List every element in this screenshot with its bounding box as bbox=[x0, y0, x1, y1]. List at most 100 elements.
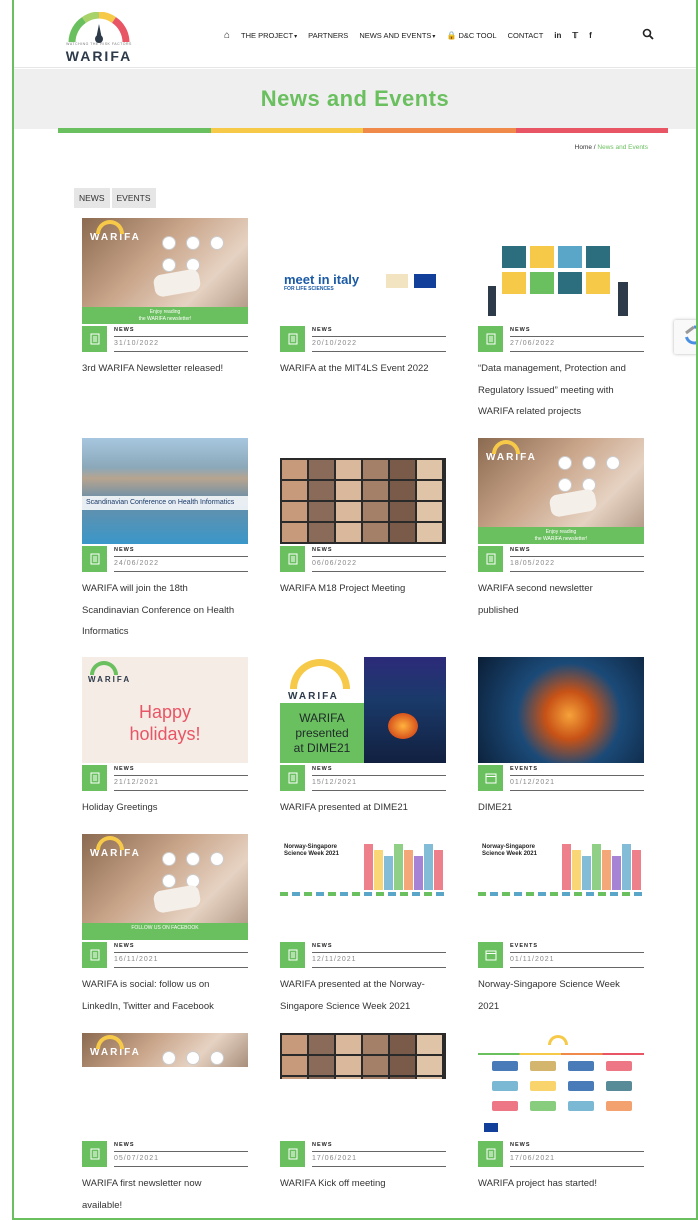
video-tile bbox=[390, 1056, 415, 1075]
post-title-link[interactable]: WARIFA first newsletter now available! bbox=[82, 1173, 262, 1216]
post-title-link[interactable]: WARIFA is social: follow us on LinkedIn, … bbox=[82, 974, 262, 1017]
twitter-icon[interactable]: 𝕋 bbox=[572, 31, 578, 40]
news-card[interactable]: WARIFA Happy holidays! NEWS 21/12/2021 Holida… bbox=[82, 657, 248, 857]
news-card-thumbnail[interactable]: WARIFA bbox=[82, 1033, 248, 1067]
video-tile bbox=[363, 1077, 388, 1079]
post-title-line: published bbox=[478, 604, 519, 616]
news-card[interactable]: EVENTS 01/12/2021 DIME21 bbox=[478, 657, 644, 857]
post-category: NEWS bbox=[510, 547, 531, 553]
news-card-thumbnail[interactable] bbox=[280, 1033, 446, 1079]
video-tile bbox=[530, 272, 554, 294]
nav-item-news-and-events[interactable]: NEWS AND EVENTS bbox=[359, 31, 435, 40]
video-tile bbox=[309, 1077, 334, 1079]
post-title-link[interactable]: DIME21 bbox=[478, 797, 658, 819]
meta-divider bbox=[114, 351, 248, 352]
search-icon[interactable] bbox=[642, 28, 654, 40]
post-title-link[interactable]: “Data management, Protection and Regulato… bbox=[478, 358, 658, 423]
post-title-link[interactable]: WARIFA Kick off meeting bbox=[280, 1173, 460, 1195]
post-category: NEWS bbox=[114, 943, 135, 949]
nav-item-partners[interactable]: PARTNERS bbox=[308, 31, 348, 40]
skyline-bar bbox=[602, 850, 611, 890]
post-category: NEWS bbox=[312, 547, 333, 553]
skyline-bar bbox=[592, 844, 601, 890]
video-tile bbox=[417, 460, 442, 479]
news-card[interactable]: Norway-Singapore Science Week 2021 NEWS 12/… bbox=[280, 834, 446, 1034]
news-card-thumbnail[interactable] bbox=[280, 458, 446, 544]
news-card-thumbnail[interactable]: Scandinavian Conference on Health Inform… bbox=[82, 438, 248, 544]
news-card-thumbnail[interactable]: WARIFA Happy holidays! bbox=[82, 657, 248, 763]
meta-divider bbox=[114, 336, 248, 337]
post-title-link[interactable]: WARIFA M18 Project Meeting bbox=[280, 578, 460, 600]
news-card-thumbnail[interactable] bbox=[478, 1033, 644, 1133]
post-title-link[interactable]: 3rd WARIFA Newsletter released! bbox=[82, 358, 262, 380]
norway-title: Norway-Singapore Science Week 2021 bbox=[284, 844, 339, 858]
nav-item-contact[interactable]: CONTACT bbox=[508, 31, 544, 40]
news-card-thumbnail[interactable]: Norway-Singapore Science Week 2021 bbox=[280, 834, 446, 898]
site-logo[interactable]: WATCHING THE RISK FACTORS WARIFA bbox=[64, 11, 134, 64]
news-card-thumbnail[interactable]: WARIFA WARIFA presented at DIME21 bbox=[280, 657, 446, 763]
post-title-link[interactable]: Norway-Singapore Science Week 2021 bbox=[478, 974, 658, 1017]
post-title-link[interactable]: WARIFA at the MIT4LS Event 2022 bbox=[280, 358, 460, 380]
filter-news-button[interactable]: NEWS bbox=[74, 188, 110, 208]
news-card[interactable]: Scandinavian Conference on Health Inform… bbox=[82, 438, 248, 638]
nav-item-dc-tool[interactable]: 🔒 D&C TOOL bbox=[446, 31, 496, 40]
news-card-thumbnail[interactable]: Norway-Singapore Science Week 2021 bbox=[478, 834, 644, 898]
meta-divider bbox=[312, 1166, 446, 1167]
news-card-thumbnail[interactable]: meet in italy FOR LIFE SCIENCES bbox=[280, 258, 446, 298]
news-card[interactable]: meet in italy FOR LIFE SCIENCES NEWS 20/10/… bbox=[280, 218, 446, 418]
video-tile bbox=[390, 1077, 415, 1079]
news-card[interactable]: WARIFA NEWS 05/07/2021 WARIFA first newslet… bbox=[82, 1033, 248, 1218]
facebook-icon[interactable]: f bbox=[589, 31, 592, 40]
linkedin-icon[interactable]: in bbox=[554, 31, 561, 40]
post-title-link[interactable]: WARIFA presented at DIME21 bbox=[280, 797, 460, 819]
health-icon bbox=[582, 456, 596, 470]
video-tile bbox=[336, 523, 361, 542]
filter-events-button[interactable]: EVENTS bbox=[111, 188, 156, 208]
news-card[interactable]: WARIFA Enjoy reading the WARIFA newsletter… bbox=[82, 218, 248, 418]
news-card[interactable]: WARIFA FOLLOW US ON FACEBOOK NEWS 16/11/202… bbox=[82, 834, 248, 1034]
post-title-link[interactable]: WARIFA will join the 18th Scandinavian Co… bbox=[82, 578, 262, 643]
news-card-thumbnail[interactable] bbox=[478, 238, 644, 324]
page-title-band: News and Events bbox=[14, 69, 696, 129]
news-card[interactable]: WARIFA Enjoy reading the WARIFA newsletter… bbox=[478, 438, 644, 638]
news-card[interactable]: WARIFA WARIFA presented at DIME21 NEWS 15/12/… bbox=[280, 657, 446, 857]
video-tile bbox=[417, 481, 442, 500]
skyline-bar bbox=[612, 856, 621, 890]
skyline-bar bbox=[374, 850, 383, 890]
partner-logo bbox=[492, 1061, 518, 1071]
dime-caption-line: at DIME21 bbox=[293, 741, 351, 755]
post-title-line: WARIFA second newsletter bbox=[478, 583, 593, 594]
document-icon bbox=[486, 1148, 495, 1160]
news-card[interactable]: Norway-Singapore Science Week 2021 EVENTS 0… bbox=[478, 834, 644, 1034]
post-title-link[interactable]: Holiday Greetings bbox=[82, 797, 262, 819]
recaptcha-badge[interactable] bbox=[674, 320, 696, 354]
thumb-gauge-icon bbox=[290, 659, 350, 689]
nav-item-the-project[interactable]: THE PROJECT bbox=[241, 31, 297, 40]
post-title-line: 3rd WARIFA Newsletter released! bbox=[82, 363, 224, 374]
meta-divider bbox=[510, 556, 644, 557]
meta-divider bbox=[510, 1166, 644, 1167]
nav-item-dc-tool-label: D&C TOOL bbox=[458, 31, 497, 40]
post-type-icon bbox=[82, 1141, 107, 1167]
video-tile bbox=[558, 272, 582, 294]
post-date: 24/06/2022 bbox=[114, 560, 160, 567]
news-card[interactable]: NEWS 06/06/2022 WARIFA M18 Project Meeting bbox=[280, 438, 446, 638]
news-card[interactable]: NEWS 27/06/2022 “Data management, Protecti… bbox=[478, 218, 644, 418]
news-card-thumbnail[interactable]: WARIFA Enjoy reading the WARIFA newsletter… bbox=[82, 218, 248, 324]
post-type-icon bbox=[478, 1141, 503, 1167]
news-card-thumbnail[interactable]: WARIFA Enjoy reading the WARIFA newsletter… bbox=[478, 438, 644, 544]
home-icon[interactable]: ⌂ bbox=[224, 30, 230, 41]
partner-logos-strip bbox=[280, 892, 446, 896]
news-card-thumbnail[interactable] bbox=[478, 657, 644, 763]
post-type-icon bbox=[280, 942, 305, 968]
news-card[interactable]: NEWS 17/06/2021 WARIFA project has started… bbox=[478, 1033, 644, 1218]
breadcrumb-home[interactable]: Home bbox=[575, 144, 592, 151]
post-title-link[interactable]: WARIFA presented at the Norway- Singapore… bbox=[280, 974, 460, 1017]
post-title-link[interactable]: WARIFA second newsletter published bbox=[478, 578, 658, 621]
document-icon bbox=[288, 1148, 297, 1160]
post-title-link[interactable]: WARIFA project has started! bbox=[478, 1173, 658, 1195]
partner-logos-strip bbox=[478, 892, 644, 896]
post-type-icon bbox=[82, 546, 107, 572]
news-card[interactable]: NEWS 17/06/2021 WARIFA Kick off meeting bbox=[280, 1033, 446, 1218]
news-card-thumbnail[interactable]: WARIFA FOLLOW US ON FACEBOOK bbox=[82, 834, 248, 940]
